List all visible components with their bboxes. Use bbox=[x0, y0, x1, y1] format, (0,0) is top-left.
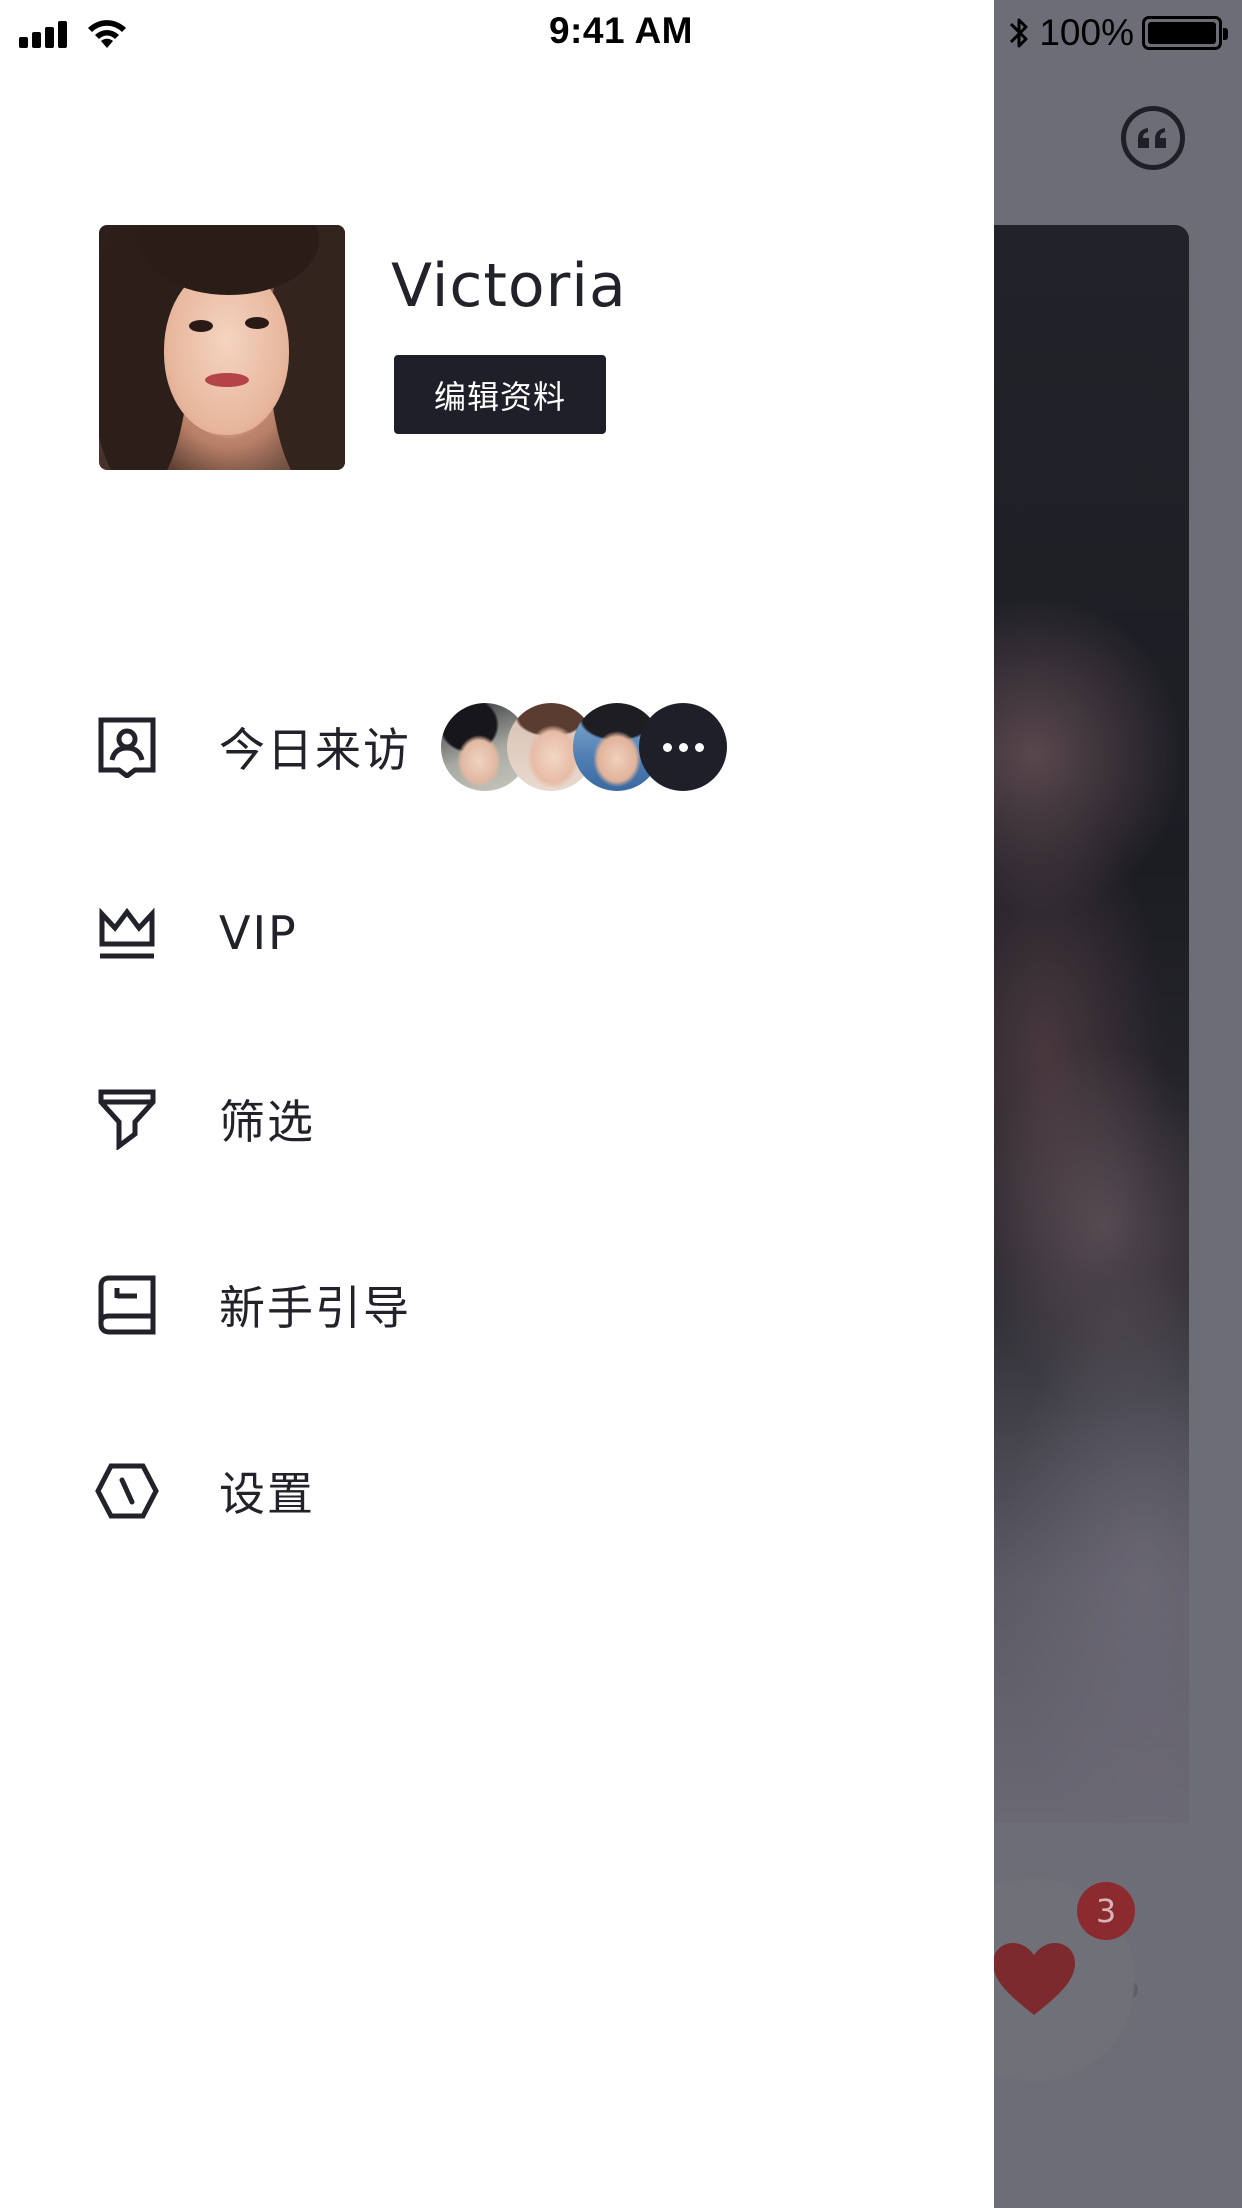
visitor-avatars[interactable] bbox=[441, 703, 731, 791]
heart-icon bbox=[994, 1943, 1075, 2015]
menu-item-label: 筛选 bbox=[219, 1095, 315, 1149]
background-app-overlay[interactable]: 3 bbox=[994, 0, 1242, 2208]
crown-icon bbox=[90, 896, 164, 970]
menu-item-vip[interactable]: VIP bbox=[90, 878, 910, 988]
profile-avatar[interactable] bbox=[99, 225, 345, 470]
menu-item-label: VIP bbox=[219, 906, 298, 960]
filter-icon bbox=[90, 1082, 164, 1156]
menu-item-label: 新手引导 bbox=[219, 1281, 411, 1335]
like-count-badge: 3 bbox=[1077, 1882, 1135, 1940]
quote-icon bbox=[1121, 106, 1185, 170]
status-right: 100% bbox=[1007, 12, 1228, 54]
visitor-id-icon bbox=[90, 710, 164, 784]
settings-hexagon-icon bbox=[90, 1454, 164, 1528]
battery-icon bbox=[1142, 16, 1228, 50]
side-drawer: Victoria 编辑资料 今日来访 VIP 筛选 新手引导 设置 bbox=[0, 0, 994, 2208]
menu-item-label: 设置 bbox=[219, 1467, 315, 1521]
menu-item-filter[interactable]: 筛选 bbox=[90, 1064, 910, 1174]
screen: 3 9:41 AM 100% Victoria 编辑资料 今日来访 VIP 筛选… bbox=[0, 0, 1242, 2208]
menu-item-settings[interactable]: 设置 bbox=[90, 1436, 910, 1546]
menu-item-visitors[interactable]: 今日来访 bbox=[90, 692, 910, 802]
guide-book-icon bbox=[90, 1268, 164, 1342]
battery-percent: 100% bbox=[1039, 12, 1134, 53]
status-bar: 9:41 AM 100% bbox=[0, 0, 1242, 66]
more-visitors-icon[interactable] bbox=[639, 703, 727, 791]
bluetooth-icon bbox=[1010, 18, 1028, 48]
profile-card-background bbox=[994, 225, 1189, 1999]
menu-item-label: 今日来访 bbox=[219, 723, 411, 777]
profile-name: Victoria bbox=[391, 251, 627, 321]
edit-profile-button[interactable]: 编辑资料 bbox=[394, 355, 606, 434]
menu-item-guide[interactable]: 新手引导 bbox=[90, 1250, 910, 1360]
